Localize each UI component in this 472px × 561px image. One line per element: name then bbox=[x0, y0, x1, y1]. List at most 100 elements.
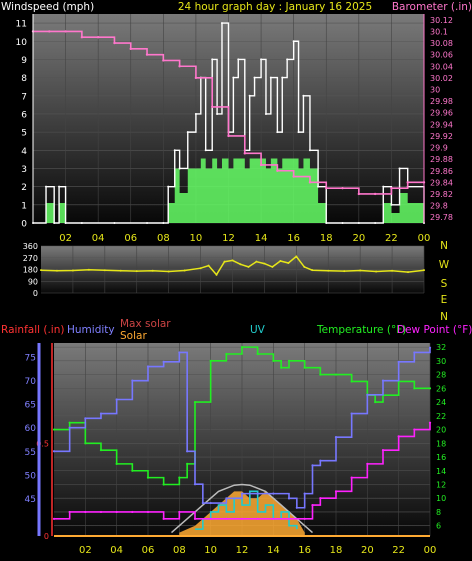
barometer-tick-label: 30.04 bbox=[430, 62, 453, 71]
wind-direction-point bbox=[40, 269, 42, 272]
barometer-tick-label: 30.12 bbox=[430, 16, 453, 25]
temperature-tick-label: 32 bbox=[436, 343, 446, 352]
temperature-point bbox=[350, 380, 353, 383]
wind-x-tick-label: 12 bbox=[222, 233, 235, 244]
windspeed-point bbox=[308, 149, 311, 152]
windspeed-point bbox=[162, 222, 165, 224]
dewpoint-point bbox=[428, 421, 432, 424]
direction-tick-label: 180 bbox=[23, 266, 38, 275]
humidity-point bbox=[209, 501, 212, 505]
barometer-point bbox=[48, 30, 51, 33]
temperature-point bbox=[209, 359, 212, 362]
temperature-point bbox=[178, 476, 181, 479]
humidity-point bbox=[311, 464, 314, 467]
max-solar-label: Max solar bbox=[120, 318, 171, 330]
barometer-point bbox=[162, 59, 165, 62]
barometer-tick-label: 29.78 bbox=[430, 213, 453, 222]
temperature-point bbox=[428, 387, 432, 390]
temperature-tick-label: 28 bbox=[436, 371, 446, 380]
dewpoint-label: Dew Point (°F) bbox=[397, 324, 472, 336]
dewpoint-point bbox=[366, 462, 369, 465]
barometer-point bbox=[211, 105, 214, 109]
humidity-point bbox=[428, 346, 432, 349]
temperature-point bbox=[68, 421, 71, 424]
barometer-tick-label: 30.08 bbox=[430, 39, 453, 48]
humidity-point bbox=[115, 398, 118, 401]
windspeed-point bbox=[292, 40, 295, 43]
dewpoint-point bbox=[319, 497, 322, 500]
barometer-point bbox=[325, 186, 328, 190]
windspeed-point bbox=[341, 222, 344, 224]
wind-direction-point bbox=[279, 260, 282, 263]
wind-direction-point bbox=[391, 269, 394, 272]
humidity-point bbox=[146, 365, 150, 368]
wind-x-tick-label: 04 bbox=[92, 233, 105, 244]
temperature-x-tick-label: 12 bbox=[236, 545, 249, 556]
temperature-point bbox=[131, 469, 134, 472]
wind-direction-point bbox=[255, 260, 258, 263]
wind-direction-point bbox=[55, 269, 58, 272]
wind-direction-point bbox=[87, 268, 90, 271]
barometer-point bbox=[113, 41, 116, 45]
windspeed-point bbox=[281, 76, 284, 79]
solar-label: Solar bbox=[120, 330, 147, 342]
temperature-point bbox=[319, 373, 322, 376]
temperature-x-tick-label: 08 bbox=[173, 545, 186, 556]
humidity-point bbox=[52, 450, 56, 453]
wind-direction-point bbox=[223, 260, 226, 263]
temperature-x-tick-label: 02 bbox=[79, 545, 92, 556]
humidity-point bbox=[240, 492, 244, 495]
wind-direction-point bbox=[231, 259, 234, 262]
wind-tick-label: 4 bbox=[21, 147, 27, 157]
wind-tick-label: 8 bbox=[21, 74, 27, 84]
wind-direction-point bbox=[247, 265, 250, 268]
temperature-point bbox=[280, 366, 283, 369]
wind-direction-point bbox=[199, 267, 202, 270]
wind-x-tick-label: 02 bbox=[59, 233, 72, 244]
wind-direction-point bbox=[359, 269, 362, 272]
windspeed-point bbox=[237, 58, 240, 61]
humidity-tick-label: 50 bbox=[25, 471, 37, 481]
wind-direction-point bbox=[303, 265, 306, 268]
temperature-x-tick-label: 22 bbox=[392, 545, 405, 556]
wind-x-tick-label: 10 bbox=[190, 233, 203, 244]
humidity-tick-label: 45 bbox=[25, 495, 36, 505]
temperature-tick-label: 10 bbox=[436, 494, 446, 503]
windspeed-point bbox=[113, 222, 116, 224]
wind-x-tick-label: 00 bbox=[418, 233, 431, 244]
barometer-point bbox=[259, 163, 263, 167]
dewpoint-point bbox=[303, 517, 306, 520]
humidity-point bbox=[303, 492, 306, 495]
barometer-tick-label: 29.96 bbox=[430, 109, 453, 118]
temperature-point bbox=[146, 476, 150, 479]
wind-direction-point bbox=[135, 270, 138, 273]
temperature-x-tick-label: 04 bbox=[110, 545, 123, 556]
compass-label: S bbox=[441, 278, 448, 290]
temperature-point bbox=[225, 352, 228, 356]
barometer-tick-label: 29.8 bbox=[430, 202, 448, 211]
wind-tick-label: 10 bbox=[16, 38, 28, 48]
barometer-point bbox=[276, 169, 279, 172]
windspeed-point bbox=[173, 149, 176, 152]
dewpoint-point bbox=[115, 510, 118, 514]
wind-x-tick-label: 22 bbox=[385, 233, 398, 244]
humidity-point bbox=[131, 379, 134, 382]
weather-graph: 24 hour graph day : January 16 2025 Wind… bbox=[0, 0, 472, 561]
temperature-x-tick-label: 14 bbox=[267, 545, 280, 556]
compass-label: E bbox=[441, 294, 448, 306]
humidity-point bbox=[225, 497, 228, 500]
dewpoint-point bbox=[256, 517, 259, 520]
wind-direction-point bbox=[407, 271, 410, 274]
windspeed-point bbox=[302, 94, 305, 97]
windspeed-point bbox=[374, 222, 377, 224]
dewpoint-point bbox=[84, 510, 87, 514]
windspeed-point bbox=[398, 167, 401, 170]
barometer-point bbox=[194, 76, 198, 80]
wind-direction-point bbox=[183, 269, 186, 272]
wind-tick-label: 7 bbox=[21, 92, 27, 102]
humidity-point bbox=[162, 360, 165, 363]
temperature-tick-label: 8 bbox=[436, 508, 441, 517]
windspeed-point bbox=[216, 112, 219, 115]
barometer-point bbox=[390, 186, 393, 190]
wind-tick-label: 2 bbox=[21, 183, 27, 193]
